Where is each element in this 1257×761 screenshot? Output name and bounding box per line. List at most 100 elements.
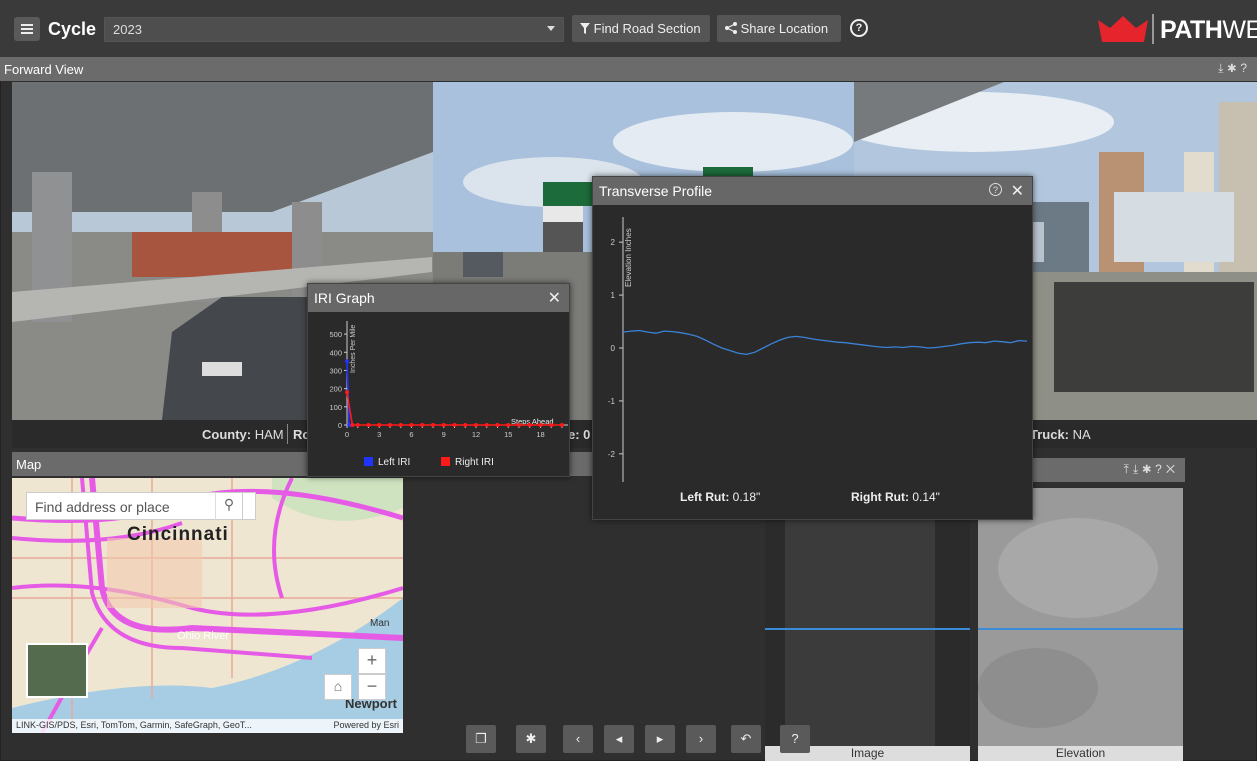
iri-x-tick-label: 6: [409, 430, 413, 439]
left-rut-readout: Left Rut: 0.18": [680, 490, 760, 504]
help-icon[interactable]: ?: [989, 183, 1002, 196]
iri-y-axis-label: Inches Per Mile: [350, 325, 357, 373]
tp-y-tick-label: -1: [608, 397, 616, 406]
powered-by-esri: Powered by Esri: [333, 720, 399, 730]
right-iri-point: [409, 423, 414, 427]
legend-right-iri-swatch: [441, 457, 450, 466]
right-iri-point: [388, 423, 392, 427]
search-icon[interactable]: ⚲: [215, 492, 243, 520]
iri-y-tick-label: 300: [329, 366, 342, 375]
download-icon[interactable]: ⤓: [1218, 61, 1227, 75]
right-iri-point: [517, 423, 521, 427]
right-iri-point: [506, 423, 511, 427]
right-iri-point: [350, 423, 355, 427]
right-iri-point: [420, 423, 425, 427]
play-forward-icon[interactable]: ▸: [645, 725, 675, 753]
gear-icon[interactable]: ✱: [1142, 462, 1155, 476]
iri-y-tick-label: 400: [329, 348, 342, 357]
iri-x-tick-label: 0: [345, 430, 349, 439]
help-icon[interactable]: ?: [850, 19, 868, 37]
left-iri-point: [345, 359, 349, 364]
pavement-panel-header: ⤒⤓✱?✕: [1033, 458, 1185, 482]
transverse-profile-chart: Elevation Inches -2 -1 0 1 2: [608, 217, 1028, 482]
right-iri-point: [495, 423, 500, 427]
play-back-icon[interactable]: ◂: [604, 725, 634, 753]
chevron-down-icon: [547, 26, 555, 31]
map-view[interactable]: Cincinnati Ohio River Newport Man Find a…: [12, 478, 403, 733]
tp-y-tick-label: 2: [611, 238, 616, 247]
iri-graph-dialog: IRI Graph ✕ Inches Per Mile Steps Ahead …: [307, 283, 570, 477]
county-label: County:: [202, 427, 252, 442]
close-icon[interactable]: ✕: [548, 288, 561, 308]
logo-text-light: WEB: [1222, 16, 1257, 44]
transverse-profile-titlebar[interactable]: Transverse Profile ? ✕: [593, 177, 1032, 205]
logo-text-bold: PATH: [1160, 16, 1223, 44]
previous-step-icon[interactable]: ‹: [563, 725, 593, 753]
pavement-panel-toolbar: ⤒⤓✱?✕: [1124, 462, 1179, 477]
next-step-icon[interactable]: ›: [686, 725, 716, 753]
right-iri-point: [441, 423, 446, 427]
map-title: Map: [16, 457, 42, 472]
iri-y-tick-label: 200: [329, 385, 342, 394]
cycle-select[interactable]: 2023: [104, 17, 564, 42]
legend-left-iri-label: Left IRI: [378, 457, 410, 468]
iri-graph-chart: Inches Per Mile Steps Ahead 010020030040…: [329, 321, 568, 468]
share-location-label: Share Location: [740, 21, 829, 36]
county-info: County: HAM: [202, 427, 284, 442]
truck-label: Truck:: [1030, 427, 1070, 442]
tp-y-tick-label: -2: [608, 450, 616, 459]
truck-info: Truck: NA: [1030, 427, 1091, 442]
map-man-label: Man: [370, 618, 390, 629]
basemap-thumbnail[interactable]: [26, 643, 88, 698]
logo-divider: [1152, 14, 1154, 44]
zoom-out-button[interactable]: −: [358, 674, 386, 700]
right-rut-label: Right Rut:: [851, 490, 909, 504]
iri-y-tick-label: 500: [329, 330, 342, 339]
legend-left-iri-swatch: [364, 457, 373, 466]
close-icon[interactable]: ✕: [1011, 181, 1024, 201]
share-icon: [725, 21, 741, 36]
help-icon[interactable]: ?: [1155, 462, 1166, 476]
download-icon[interactable]: ⤓: [1133, 462, 1142, 476]
right-iri-point: [538, 423, 543, 427]
forward-view-toolbar: ⤓✱?: [1218, 61, 1251, 76]
pathweb-logo-text: PATHWEB: [1160, 16, 1257, 45]
help-icon[interactable]: ?: [1240, 61, 1251, 75]
share-location-button[interactable]: Share Location: [717, 15, 841, 42]
map-attribution-text: LINK-GIS/PDS, Esri, TomTom, Garmin, Safe…: [16, 720, 252, 730]
cycle-select-value: 2023: [113, 22, 142, 37]
find-road-section-label: Find Road Section: [593, 21, 701, 36]
iri-x-tick-label: 12: [472, 430, 480, 439]
right-iri-point: [345, 390, 349, 395]
restore-window-icon[interactable]: ❐: [466, 725, 496, 753]
iri-x-tick-label: 15: [504, 430, 512, 439]
iri-x-tick-label: 9: [442, 430, 446, 439]
right-iri-point: [366, 423, 371, 427]
pathweb-crown-logo: [1096, 12, 1150, 46]
find-road-section-button[interactable]: Find Road Section: [572, 15, 710, 42]
right-iri-point: [463, 423, 468, 427]
tp-y-axis-label: Elevation Inches: [624, 228, 633, 287]
legend-right-iri-label: Right IRI: [455, 457, 494, 468]
close-icon[interactable]: ✕: [1166, 462, 1179, 476]
iri-graph-titlebar[interactable]: IRI Graph ✕: [308, 284, 569, 312]
county-value: HAM: [254, 427, 284, 442]
transverse-profile-title: Transverse Profile: [599, 183, 713, 199]
top-toolbar: Cycle 2023 Find Road Section Share Locat…: [0, 0, 1257, 57]
gear-icon[interactable]: ✱: [1227, 61, 1240, 75]
map-attribution: LINK-GIS/PDS, Esri, TomTom, Garmin, Safe…: [12, 719, 403, 733]
right-iri-point: [484, 423, 489, 427]
zoom-in-button[interactable]: +: [358, 648, 386, 674]
transverse-profile-dialog: Transverse Profile ? ✕ Elevation Inches …: [592, 176, 1033, 520]
menu-icon[interactable]: [14, 17, 40, 41]
iri-x-tick-label: 3: [377, 430, 381, 439]
tp-profile-line: [622, 329, 1028, 356]
gear-icon[interactable]: ✱: [516, 725, 546, 753]
reverse-direction-icon[interactable]: ↶: [731, 725, 761, 753]
pointer-icon[interactable]: ⤒: [1124, 462, 1133, 476]
home-icon[interactable]: ⌂: [324, 674, 352, 700]
iri-x-tick-label: 18: [536, 430, 544, 439]
right-iri-point: [431, 423, 435, 427]
help-icon[interactable]: ?: [780, 725, 810, 753]
info-field-partial: e: 0: [568, 427, 591, 442]
